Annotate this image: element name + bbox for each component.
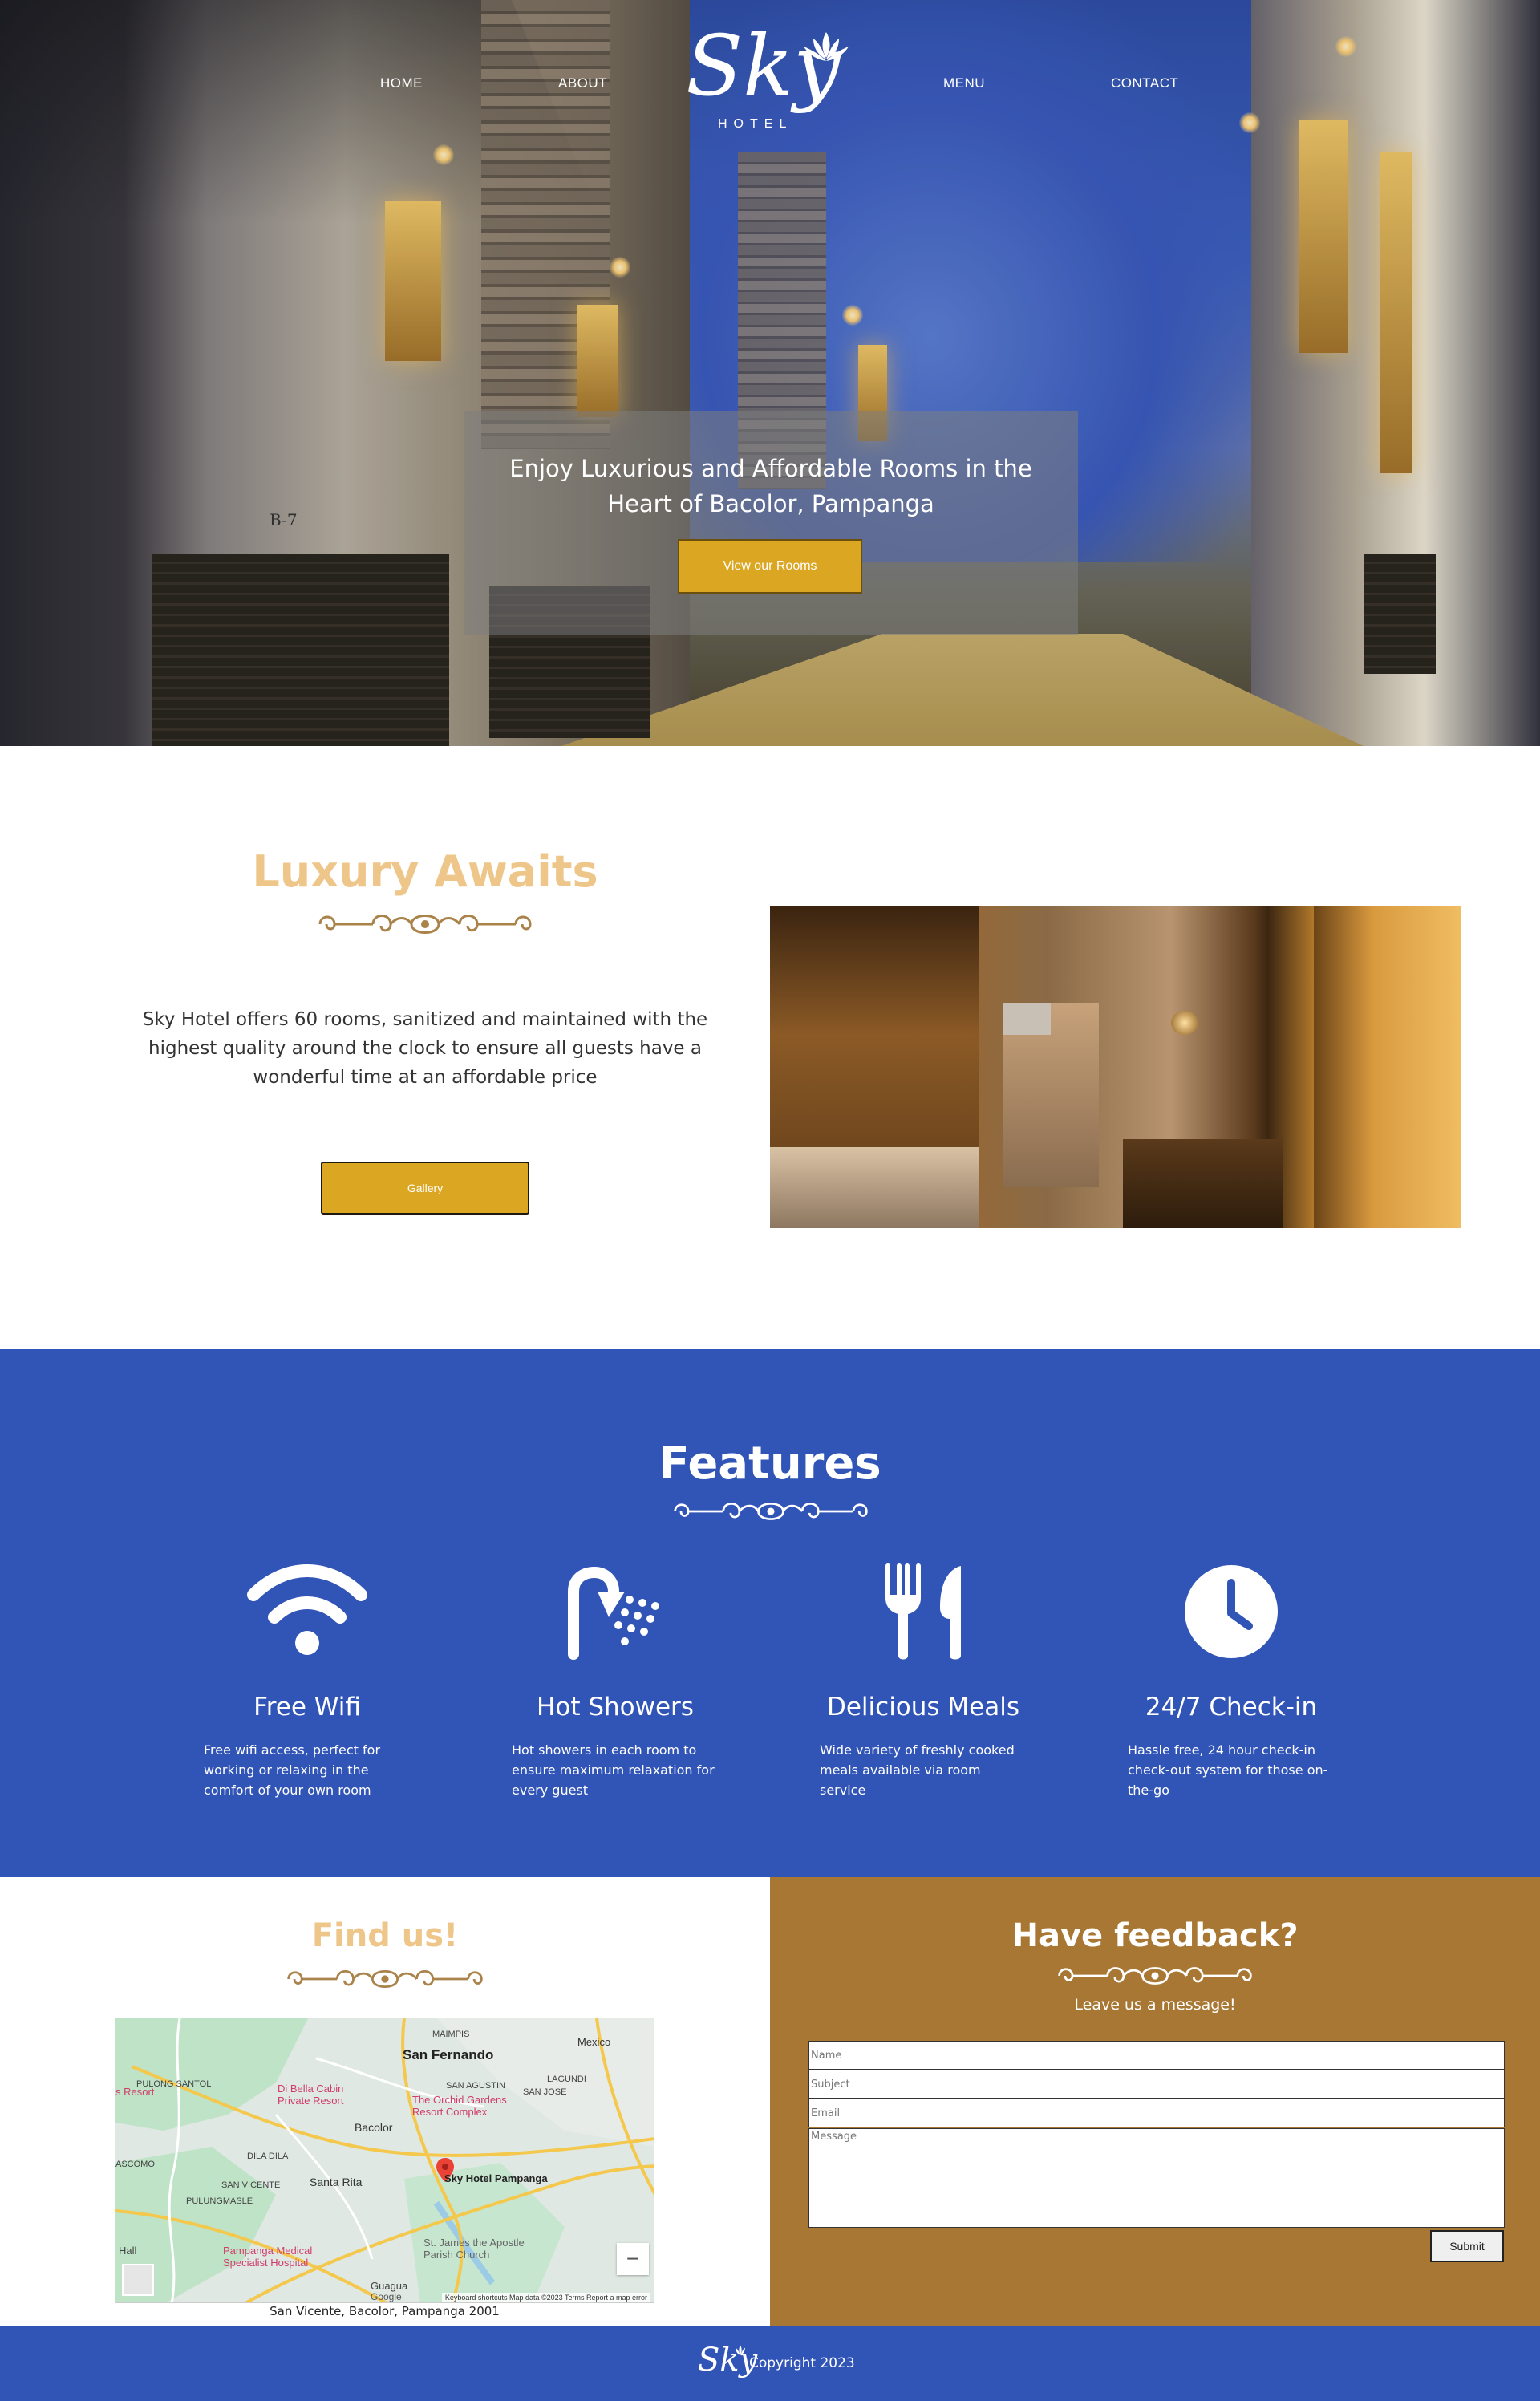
map-place-label: SAN JOSE [523, 2087, 567, 2097]
lotus-icon [736, 2345, 745, 2356]
utensils-icon [886, 1563, 961, 1660]
shower-icon [568, 1566, 659, 1660]
feature-description: Hassle free, 24 hour check-in check-out … [1128, 1742, 1328, 1798]
map-zoom-out-button[interactable]: − [617, 2243, 649, 2275]
feedback-section: Have feedback? Leave us a message! Submi… [770, 1877, 1540, 2326]
room-aircon [1003, 1003, 1051, 1035]
map-place-label: Mexico [578, 2036, 611, 2048]
luxury-description: Sky Hotel offers 60 rooms, sanitized and… [142, 1009, 708, 1088]
map-attribution[interactable]: Keyboard shortcuts Map data ©2023 Terms … [441, 2293, 650, 2302]
find-us-title: Find us! [311, 1917, 459, 1954]
footer-logo[interactable]: Sky [698, 2344, 757, 2383]
feedback-title: Have feedback? [1011, 1917, 1299, 1954]
feedback-subtitle: Leave us a message! [1074, 1996, 1236, 2014]
google-logo: Google [371, 2291, 402, 2302]
nav-home[interactable]: HOME [380, 75, 423, 91]
room-side-panel [1314, 906, 1461, 1228]
dining-table [1123, 1139, 1283, 1228]
name-field[interactable] [808, 2041, 1505, 2070]
hero-callout: Enjoy Luxurious and Affordable Rooms in … [464, 411, 1078, 635]
hero-headline: Enjoy Luxurious and Affordable Rooms in … [464, 451, 1078, 521]
view-rooms-button[interactable]: View our Rooms [678, 539, 862, 594]
pendant-lamp [1171, 1011, 1198, 1035]
map-place-label: DILA DILA [247, 2152, 289, 2161]
nav-menu[interactable]: MENU [943, 75, 985, 91]
hero-headline-line2: Heart of Bacolor, Pampanga [607, 490, 934, 517]
page-footer: Sky Copyright 2023 [0, 2326, 1540, 2401]
map-place-label: s Resort [116, 2086, 155, 2098]
map-place-label: Guagua [371, 2280, 408, 2292]
map-poi-label[interactable]: The Orchid Gardens Resort Complex [412, 2094, 509, 2118]
ornament-divider [1058, 1967, 1252, 1985]
hotel-room-photo [770, 906, 1461, 1228]
map-roads [116, 2018, 654, 2302]
clock-icon [1185, 1565, 1278, 1658]
map-hotel-label[interactable]: Sky Hotel Pampanga [444, 2172, 548, 2184]
ornament-divider [318, 915, 532, 934]
features-title: Features [659, 1438, 881, 1490]
map-poi-label[interactable]: Pampanga Medical Specialist Hospital [223, 2245, 335, 2269]
hero-headline-line1: Enjoy Luxurious and Affordable Rooms in … [509, 455, 1032, 482]
map-place-label: ASCOMO [116, 2160, 155, 2169]
ornament-divider [674, 1503, 868, 1520]
hotel-address: San Vicente, Bacolor, Pampanga 2001 [270, 2304, 500, 2318]
google-map[interactable]: MAIMPIS San Fernando Mexico PULONG SANTO… [115, 2018, 654, 2303]
feature-description: Hot showers in each room to ensure maxim… [512, 1742, 715, 1798]
features-section: Features Free Wifi Free wifi access, per… [0, 1349, 1540, 1877]
feature-name: Hot Showers [537, 1693, 694, 1722]
feature-description: Wide variety of freshly cooked meals ava… [820, 1742, 1015, 1798]
map-place-label: MAIMPIS [432, 2030, 470, 2039]
feature-name: Free Wifi [253, 1693, 361, 1722]
map-place-label: Bacolor [355, 2121, 393, 2134]
map-place-label: San Fernando [403, 2047, 494, 2062]
message-field[interactable] [808, 2128, 1505, 2228]
wifi-icon [247, 1564, 367, 1655]
nav-contact[interactable]: CONTACT [1111, 75, 1178, 91]
map-place-label: Hall [119, 2245, 137, 2257]
map-place-label: SAN VICENTE [221, 2180, 281, 2190]
subject-field[interactable] [808, 2070, 1505, 2099]
main-nav: HOME ABOUT Sky HOTEL MENU CONTACT [0, 0, 1540, 160]
map-place-label: Santa Rita [310, 2176, 363, 2188]
ornament-divider [287, 1969, 483, 1989]
feature-description: Free wifi access, perfect for working or… [204, 1742, 381, 1798]
map-poi-label[interactable]: Di Bella Cabin Private Resort [278, 2083, 366, 2107]
hero-section: B-7 HOME ABOUT Sky HOTEL MENU CONTACT En… [0, 0, 1540, 746]
email-field[interactable] [808, 2099, 1505, 2127]
luxury-title: Luxury Awaits [252, 846, 598, 897]
nav-about[interactable]: ABOUT [558, 75, 607, 91]
logo-subtitle: HOTEL [718, 117, 793, 131]
map-place-label: LAGUNDI [547, 2075, 586, 2084]
feature-name: Delicious Meals [826, 1693, 1020, 1722]
gallery-button[interactable]: Gallery [321, 1162, 529, 1215]
map-layer-toggle[interactable] [122, 2264, 154, 2296]
feature-name: 24/7 Check-in [1145, 1693, 1318, 1722]
copyright-text: Copyright 2023 [749, 2355, 855, 2371]
submit-button[interactable]: Submit [1430, 2230, 1504, 2262]
map-place-label: SAN AGUSTIN [446, 2081, 505, 2091]
map-poi-label[interactable]: St. James the Apostle Parish Church [424, 2237, 536, 2261]
lotus-icon [804, 32, 849, 61]
room-bed [770, 1147, 979, 1228]
sky-hotel-logo[interactable]: Sky HOTEL [678, 24, 862, 152]
map-place-label: PULUNGMASLE [186, 2196, 253, 2206]
